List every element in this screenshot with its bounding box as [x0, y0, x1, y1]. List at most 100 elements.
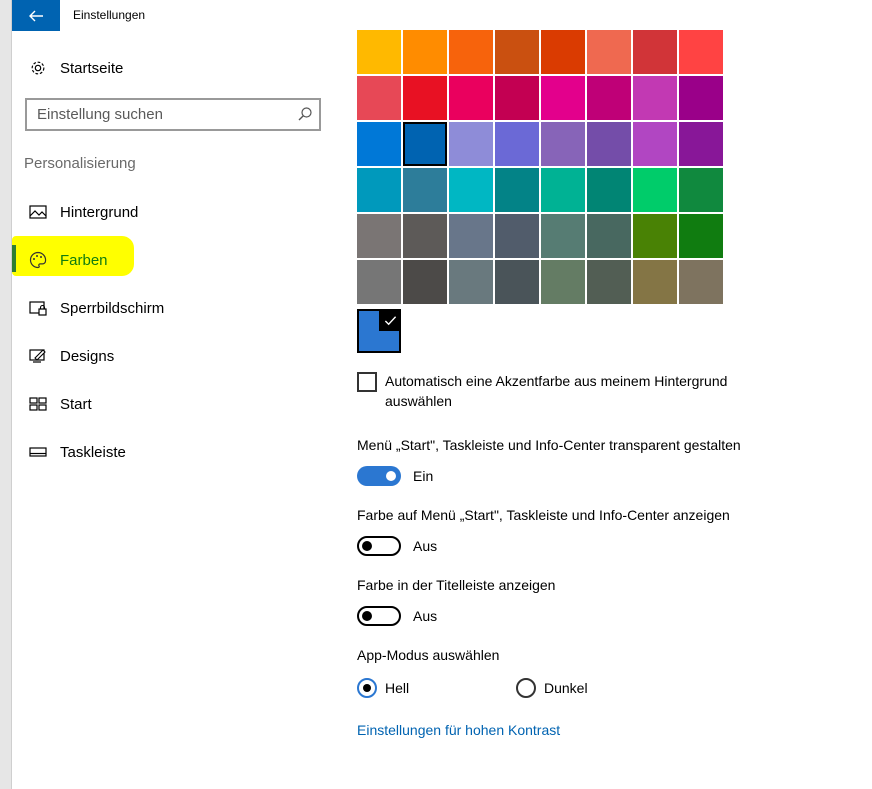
auto-accent-label: Automatisch eine Akzentfarbe aus meinem …: [385, 373, 728, 409]
color-swatch[interactable]: [495, 260, 539, 304]
color-start-state: Aus: [413, 538, 438, 554]
color-swatch[interactable]: [541, 168, 585, 212]
color-swatch[interactable]: [403, 76, 447, 120]
search-icon[interactable]: [297, 106, 313, 122]
gear-icon: [28, 58, 48, 78]
color-swatch[interactable]: [679, 76, 723, 120]
color-titlebar-state: Aus: [413, 608, 438, 624]
search-box[interactable]: [25, 98, 321, 131]
sidebar-item-label: Designs: [60, 347, 115, 365]
color-swatch[interactable]: [679, 30, 723, 74]
nav-home[interactable]: Startseite: [28, 57, 123, 79]
color-swatch[interactable]: [357, 260, 401, 304]
app-mode-light-option[interactable]: Hell: [357, 678, 409, 698]
checkmark-icon: [379, 309, 401, 331]
auto-accent-checkbox[interactable]: [357, 372, 377, 392]
color-swatch[interactable]: [633, 214, 677, 258]
taskbar-icon: [28, 442, 48, 462]
color-start-row: Aus: [357, 536, 437, 556]
color-swatch[interactable]: [449, 30, 493, 74]
auto-accent-row[interactable]: Automatisch eine Akzentfarbe aus meinem …: [357, 371, 777, 411]
color-swatch[interactable]: [449, 214, 493, 258]
palette-icon: [28, 250, 48, 270]
color-swatch[interactable]: [357, 168, 401, 212]
color-swatch[interactable]: [541, 214, 585, 258]
color-swatch[interactable]: [357, 214, 401, 258]
back-button[interactable]: [12, 0, 60, 31]
color-swatch[interactable]: [679, 168, 723, 212]
app-mode-light-label: Hell: [385, 680, 410, 696]
color-swatch[interactable]: [495, 214, 539, 258]
color-swatch[interactable]: [403, 30, 447, 74]
color-swatch[interactable]: [633, 76, 677, 120]
color-swatch[interactable]: [449, 168, 493, 212]
section-label: Personalisierung: [24, 155, 136, 172]
designs-icon: [28, 346, 48, 366]
color-swatch[interactable]: [495, 168, 539, 212]
sidebar-item-farben[interactable]: Farben: [12, 240, 332, 280]
color-start-toggle[interactable]: [357, 536, 401, 556]
color-swatch[interactable]: [679, 122, 723, 166]
sidebar-item-sperrbildschirm[interactable]: Sperrbildschirm: [12, 288, 332, 328]
sidebar-item-designs[interactable]: Designs: [12, 336, 332, 376]
accent-color-grid: [357, 30, 725, 304]
sidebar-item-hintergrund[interactable]: Hintergrund: [12, 192, 332, 232]
window-title: Einstellungen: [73, 8, 146, 22]
app-mode-dark-label: Dunkel: [544, 680, 588, 696]
color-swatch[interactable]: [587, 122, 631, 166]
color-swatch[interactable]: [633, 168, 677, 212]
color-swatch[interactable]: [633, 30, 677, 74]
color-swatch[interactable]: [679, 260, 723, 304]
color-swatch[interactable]: [541, 122, 585, 166]
app-mode-light-radio[interactable]: [357, 678, 377, 698]
color-swatch[interactable]: [403, 122, 447, 166]
color-swatch[interactable]: [679, 214, 723, 258]
color-swatch[interactable]: [587, 30, 631, 74]
color-swatch[interactable]: [495, 30, 539, 74]
color-swatch[interactable]: [495, 76, 539, 120]
color-swatch[interactable]: [633, 260, 677, 304]
high-contrast-link[interactable]: Einstellungen für hohen Kontrast: [357, 722, 560, 738]
color-swatch[interactable]: [449, 76, 493, 120]
color-swatch[interactable]: [403, 214, 447, 258]
color-titlebar-toggle[interactable]: [357, 606, 401, 626]
color-swatch[interactable]: [587, 168, 631, 212]
sidebar-item-start[interactable]: Start: [12, 384, 332, 424]
app-mode-label: App-Modus auswählen: [357, 647, 500, 663]
color-swatch[interactable]: [403, 168, 447, 212]
color-swatch[interactable]: [541, 260, 585, 304]
color-swatch[interactable]: [357, 76, 401, 120]
color-swatch[interactable]: [541, 76, 585, 120]
color-swatch[interactable]: [587, 76, 631, 120]
transparency-row: Ein: [357, 466, 433, 486]
color-swatch[interactable]: [357, 122, 401, 166]
color-start-label: Farbe auf Menü „Start", Taskleiste und I…: [357, 507, 730, 523]
sidebar-item-label: Sperrbildschirm: [60, 299, 165, 317]
current-accent-swatch[interactable]: [357, 309, 401, 353]
color-swatch[interactable]: [449, 260, 493, 304]
app-mode-dark-radio[interactable]: [516, 678, 536, 698]
window-left-border: [0, 0, 12, 789]
app-mode-dark-option[interactable]: Dunkel: [516, 678, 588, 698]
lock-screen-icon: [28, 298, 48, 318]
sidebar-item-label: Taskleiste: [60, 443, 126, 461]
nav-home-label: Startseite: [60, 59, 124, 77]
picture-icon: [28, 202, 48, 222]
back-arrow-icon: [29, 10, 43, 21]
color-swatch[interactable]: [495, 122, 539, 166]
color-titlebar-row: Aus: [357, 606, 437, 626]
sidebar-item-label: Start: [60, 395, 92, 413]
transparency-label: Menü „Start", Taskleiste und Info-Center…: [357, 437, 741, 453]
color-swatch[interactable]: [403, 260, 447, 304]
transparency-toggle[interactable]: [357, 466, 401, 486]
sidebar-item-taskleiste[interactable]: Taskleiste: [12, 432, 332, 472]
color-swatch[interactable]: [541, 30, 585, 74]
sidebar-item-label: Hintergrund: [60, 203, 139, 221]
color-swatch[interactable]: [449, 122, 493, 166]
search-input[interactable]: [27, 100, 287, 129]
color-swatch[interactable]: [633, 122, 677, 166]
color-swatch[interactable]: [587, 214, 631, 258]
color-swatch[interactable]: [587, 260, 631, 304]
transparency-state: Ein: [413, 468, 434, 484]
color-swatch[interactable]: [357, 30, 401, 74]
